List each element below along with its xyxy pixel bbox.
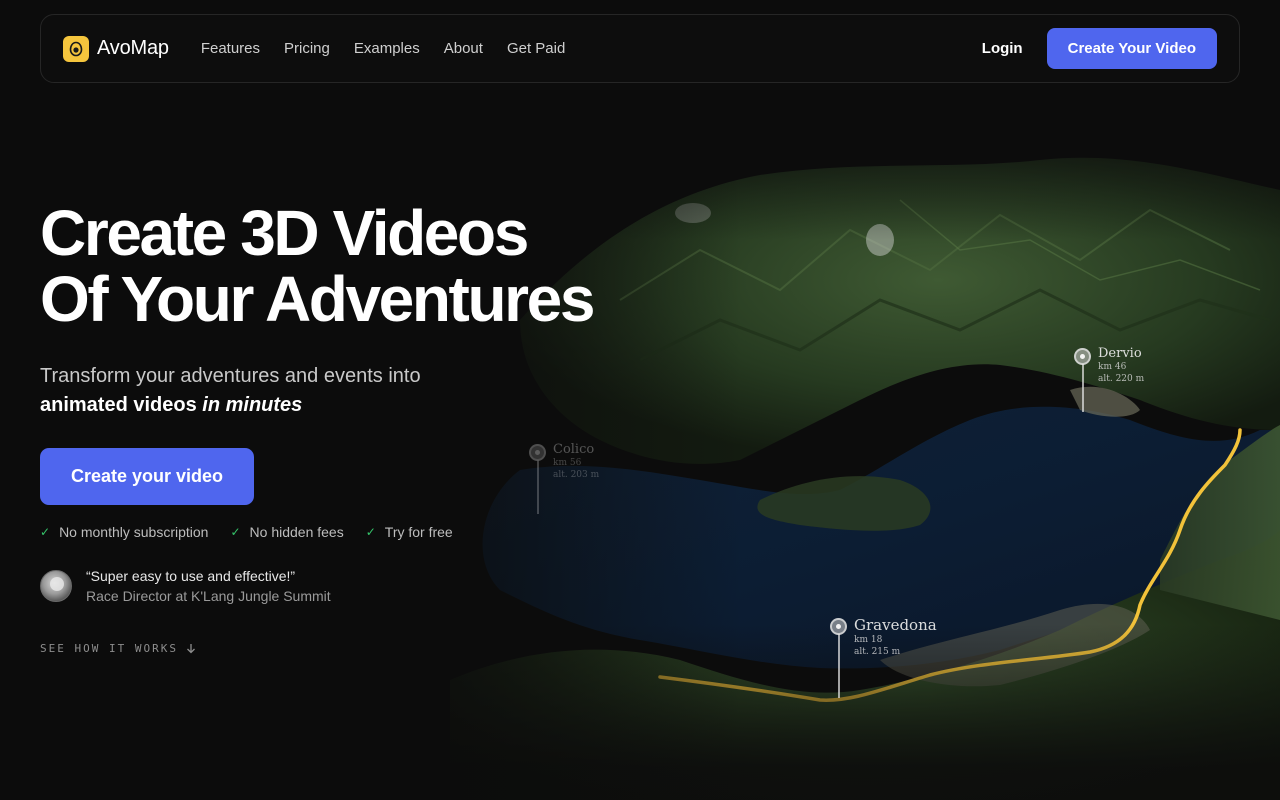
hero-section: Create 3D Videos Of Your Adventures Tran… xyxy=(40,200,660,655)
nav-links: Features Pricing Examples About Get Paid xyxy=(201,40,566,57)
brand-name: AvoMap xyxy=(97,37,169,59)
brand-logo[interactable]: AvoMap xyxy=(63,35,169,62)
marker-alt: alt. 215 m xyxy=(854,647,901,657)
check-label: No monthly subscription xyxy=(59,524,209,540)
check-label: No hidden fees xyxy=(249,524,344,540)
nav-link-features[interactable]: Features xyxy=(201,40,260,57)
marker-pin-icon xyxy=(830,618,847,635)
nav-link-get-paid[interactable]: Get Paid xyxy=(507,40,565,57)
check-icon: ✓ xyxy=(230,525,241,539)
testimonial-avatar xyxy=(40,570,72,602)
hero-subtitle: Transform your adventures and events int… xyxy=(40,362,660,420)
marker-km: km 18 xyxy=(854,635,883,645)
testimonial: “Super easy to use and effective!” Race … xyxy=(40,566,660,606)
hero-title: Create 3D Videos Of Your Adventures xyxy=(40,200,660,332)
nav-actions: Login Create Your Video xyxy=(982,28,1217,69)
landing-page: Dervio km 46 alt. 220 m Colico km 56 alt… xyxy=(0,0,1280,800)
check-icon: ✓ xyxy=(40,525,51,539)
check-icon: ✓ xyxy=(365,525,376,539)
marker-km: km 46 xyxy=(1098,362,1127,372)
marker-pin-icon xyxy=(1074,348,1091,365)
marker-name: Gravedona xyxy=(854,616,937,634)
feature-checklist: ✓ No monthly subscription ✓ No hidden fe… xyxy=(40,524,660,540)
nav-link-examples[interactable]: Examples xyxy=(354,40,420,57)
marker-alt: alt. 220 m xyxy=(1098,374,1145,384)
testimonial-quote: “Super easy to use and effective!” xyxy=(86,568,296,584)
hero-title-line-2: Of Your Adventures xyxy=(40,263,595,335)
create-your-video-button[interactable]: Create your video xyxy=(40,448,255,505)
hero-subtitle-strong: animated videos xyxy=(40,394,197,416)
check-item: ✓ No monthly subscription xyxy=(40,524,208,540)
testimonial-text: “Super easy to use and effective!” Race … xyxy=(86,566,331,606)
hero-subtitle-emphasis: in minutes xyxy=(202,394,303,416)
top-navbar: AvoMap Features Pricing Examples About G… xyxy=(40,14,1240,83)
see-how-label: SEE HOW IT WORKS xyxy=(40,642,178,655)
marker-name: Dervio xyxy=(1098,346,1142,361)
create-your-video-nav-button[interactable]: Create Your Video xyxy=(1046,28,1217,69)
nav-link-about[interactable]: About xyxy=(444,40,483,57)
hero-title-line-1: Create 3D Videos xyxy=(40,197,529,269)
check-item: ✓ Try for free xyxy=(366,524,453,540)
check-item: ✓ No hidden fees xyxy=(230,524,343,540)
cloud xyxy=(675,203,711,223)
login-link[interactable]: Login xyxy=(982,40,1023,57)
avocado-icon xyxy=(63,35,89,62)
nav-link-pricing[interactable]: Pricing xyxy=(284,40,330,57)
see-how-it-works-link[interactable]: SEE HOW IT WORKS xyxy=(40,642,660,655)
check-label: Try for free xyxy=(384,524,453,540)
arrow-down-icon xyxy=(187,644,195,654)
testimonial-author: Race Director at K'Lang Jungle Summit xyxy=(86,588,331,604)
hero-subtitle-line-1: Transform your adventures and events int… xyxy=(40,365,421,387)
